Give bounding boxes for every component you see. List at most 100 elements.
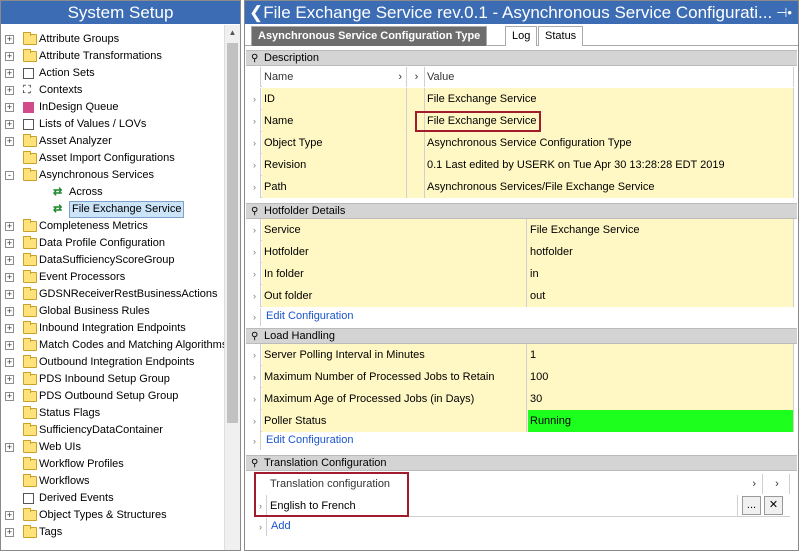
property-row[interactable]: › Out folder out bbox=[249, 285, 794, 307]
expand-icon[interactable]: + bbox=[5, 324, 14, 333]
expand-icon[interactable]: + bbox=[5, 239, 14, 248]
pin-icon[interactable]: ⊣• bbox=[776, 1, 792, 24]
row-expander-icon[interactable]: › bbox=[249, 388, 261, 410]
expand-icon[interactable]: + bbox=[5, 103, 14, 112]
property-value[interactable]: 30 bbox=[528, 388, 794, 410]
property-row[interactable]: › Service File Exchange Service bbox=[249, 219, 794, 241]
tab-async-service-config-type[interactable]: Asynchronous Service Configuration Type bbox=[251, 26, 488, 46]
collapse-icon[interactable]: - bbox=[5, 171, 14, 180]
tree-item[interactable]: Workflow Profiles bbox=[1, 456, 225, 473]
translation-section-header[interactable]: ⚲ Translation Configuration bbox=[246, 455, 797, 471]
expand-icon[interactable]: + bbox=[5, 137, 14, 146]
expand-icon[interactable]: + bbox=[5, 290, 14, 299]
pin-icon[interactable]: ⚲ bbox=[251, 52, 258, 66]
row-expander-icon[interactable]: › bbox=[249, 132, 261, 154]
tab-log[interactable]: Log bbox=[505, 26, 538, 46]
property-value[interactable]: hotfolder bbox=[528, 241, 794, 263]
tree-item[interactable]: + InDesign Queue bbox=[1, 99, 225, 116]
tree-item[interactable]: + Action Sets bbox=[1, 65, 225, 82]
tree-item[interactable]: ⇄ Across bbox=[1, 184, 225, 201]
tree-item[interactable]: + Object Types & Structures bbox=[1, 507, 225, 524]
property-value[interactable]: Running bbox=[528, 410, 794, 432]
description-section-header[interactable]: ⚲ Description bbox=[246, 50, 797, 66]
tree-scrollbar[interactable]: ▲ bbox=[224, 25, 240, 550]
property-value[interactable]: out bbox=[528, 285, 794, 307]
row-expander-icon[interactable]: › bbox=[249, 154, 261, 176]
row-expander-icon[interactable]: › bbox=[249, 344, 261, 366]
row-expander-icon[interactable]: › bbox=[249, 110, 261, 132]
pin-icon[interactable]: ⚲ bbox=[251, 457, 258, 471]
tab-status[interactable]: Status bbox=[538, 26, 584, 46]
tree-item[interactable]: + PDS Outbound Setup Group bbox=[1, 388, 225, 405]
tree-item[interactable]: + Tags bbox=[1, 524, 225, 541]
tree-item[interactable]: - Asynchronous Services bbox=[1, 167, 225, 184]
expand-icon[interactable]: + bbox=[5, 375, 14, 384]
tree-item[interactable]: + Attribute Transformations bbox=[1, 48, 225, 65]
expand-icon[interactable]: + bbox=[5, 222, 14, 231]
tree-item[interactable]: SufficiencyDataContainer bbox=[1, 422, 225, 439]
property-row[interactable]: › Path Asynchronous Services/File Exchange… bbox=[249, 176, 794, 198]
expand-icon[interactable]: + bbox=[5, 256, 14, 265]
edit-configuration-link[interactable]: Edit Configuration bbox=[266, 310, 353, 322]
edit-configuration-link[interactable]: Edit Configuration bbox=[266, 434, 353, 446]
expand-icon[interactable]: + bbox=[5, 358, 14, 367]
expand-icon[interactable]: + bbox=[5, 392, 14, 401]
tree-item[interactable]: + Inbound Integration Endpoints bbox=[1, 320, 225, 337]
row-expander-icon[interactable]: › bbox=[249, 176, 261, 198]
tree-item[interactable]: + Completeness Metrics bbox=[1, 218, 225, 235]
property-row[interactable]: › Maximum Age of Processed Jobs (in Days)… bbox=[249, 388, 794, 410]
property-row[interactable]: › Revision 0.1 Last edited by USERK on Tue… bbox=[249, 154, 794, 176]
tree-item[interactable]: + ⛶ Contexts bbox=[1, 82, 225, 99]
expand-icon[interactable]: + bbox=[5, 35, 14, 44]
tree-item[interactable]: + PDS Inbound Setup Group bbox=[1, 371, 225, 388]
tree-item[interactable]: + Data Profile Configuration bbox=[1, 235, 225, 252]
row-expander-icon[interactable]: › bbox=[249, 263, 261, 285]
property-value[interactable]: in bbox=[528, 263, 794, 285]
load-handling-section-header[interactable]: ⚲ Load Handling bbox=[246, 328, 797, 344]
expand-icon[interactable]: + bbox=[5, 273, 14, 282]
browse-button[interactable]: ... bbox=[742, 496, 761, 515]
chevron-right-icon[interactable]: › bbox=[763, 474, 790, 494]
tree-item[interactable]: + Global Business Rules bbox=[1, 303, 225, 320]
tree-item[interactable]: + Match Codes and Matching Algorithms bbox=[1, 337, 227, 354]
expand-icon[interactable]: + bbox=[5, 528, 14, 537]
column-header-name[interactable]: Name › bbox=[262, 67, 407, 87]
tree-item[interactable]: + Lists of Values / LOVs bbox=[1, 116, 225, 133]
property-row[interactable]: › Server Polling Interval in Minutes 1 bbox=[249, 344, 794, 366]
row-expander-icon[interactable]: › bbox=[249, 410, 261, 432]
property-row[interactable]: › Poller Status Running bbox=[249, 410, 794, 432]
expand-icon[interactable]: + bbox=[5, 69, 14, 78]
property-value[interactable]: File Exchange Service bbox=[528, 219, 794, 241]
expand-icon[interactable]: + bbox=[5, 511, 14, 520]
tree-item[interactable]: + Attribute Groups bbox=[1, 31, 225, 48]
property-row[interactable]: › Object Type Asynchronous Service Configu… bbox=[249, 132, 794, 154]
row-expander-icon[interactable]: › bbox=[249, 366, 261, 388]
scroll-up-icon[interactable]: ▲ bbox=[225, 25, 240, 41]
chevron-right-icon[interactable]: › bbox=[407, 67, 425, 87]
expand-icon[interactable]: + bbox=[5, 120, 14, 129]
tree-item[interactable]: + Outbound Integration Endpoints bbox=[1, 354, 225, 371]
tree-item[interactable]: + DataSufficiencyScoreGroup bbox=[1, 252, 225, 269]
row-expander-icon[interactable]: › bbox=[249, 285, 261, 307]
tree-item[interactable]: + Event Processors bbox=[1, 269, 225, 286]
expand-icon[interactable]: + bbox=[5, 341, 14, 350]
column-header-value[interactable]: Value bbox=[425, 67, 794, 87]
tree-item[interactable]: + GDSNReceiverRestBusinessActions bbox=[1, 286, 225, 303]
property-row[interactable]: › ID File Exchange Service bbox=[249, 88, 794, 110]
expand-icon[interactable]: + bbox=[5, 86, 14, 95]
back-chevron-icon[interactable]: ❮ bbox=[249, 3, 263, 22]
tree-item[interactable]: ⇄ File Exchange Service bbox=[1, 201, 225, 218]
property-row[interactable]: › Hotfolder hotfolder bbox=[249, 241, 794, 263]
property-value[interactable]: 100 bbox=[528, 366, 794, 388]
property-value[interactable]: Asynchronous Services/File Exchange Serv… bbox=[425, 176, 794, 198]
property-value[interactable]: 1 bbox=[528, 344, 794, 366]
row-expander-icon[interactable]: › bbox=[249, 219, 261, 241]
expand-icon[interactable]: + bbox=[5, 443, 14, 452]
expand-icon[interactable]: + bbox=[5, 307, 14, 316]
tree-item[interactable]: Workflows bbox=[1, 473, 225, 490]
property-row[interactable]: › In folder in bbox=[249, 263, 794, 285]
row-expander-icon[interactable]: › bbox=[249, 88, 261, 110]
scrollbar-thumb[interactable] bbox=[227, 43, 238, 423]
property-value[interactable]: File Exchange Service bbox=[425, 88, 794, 110]
pin-icon[interactable]: ⚲ bbox=[251, 205, 258, 219]
